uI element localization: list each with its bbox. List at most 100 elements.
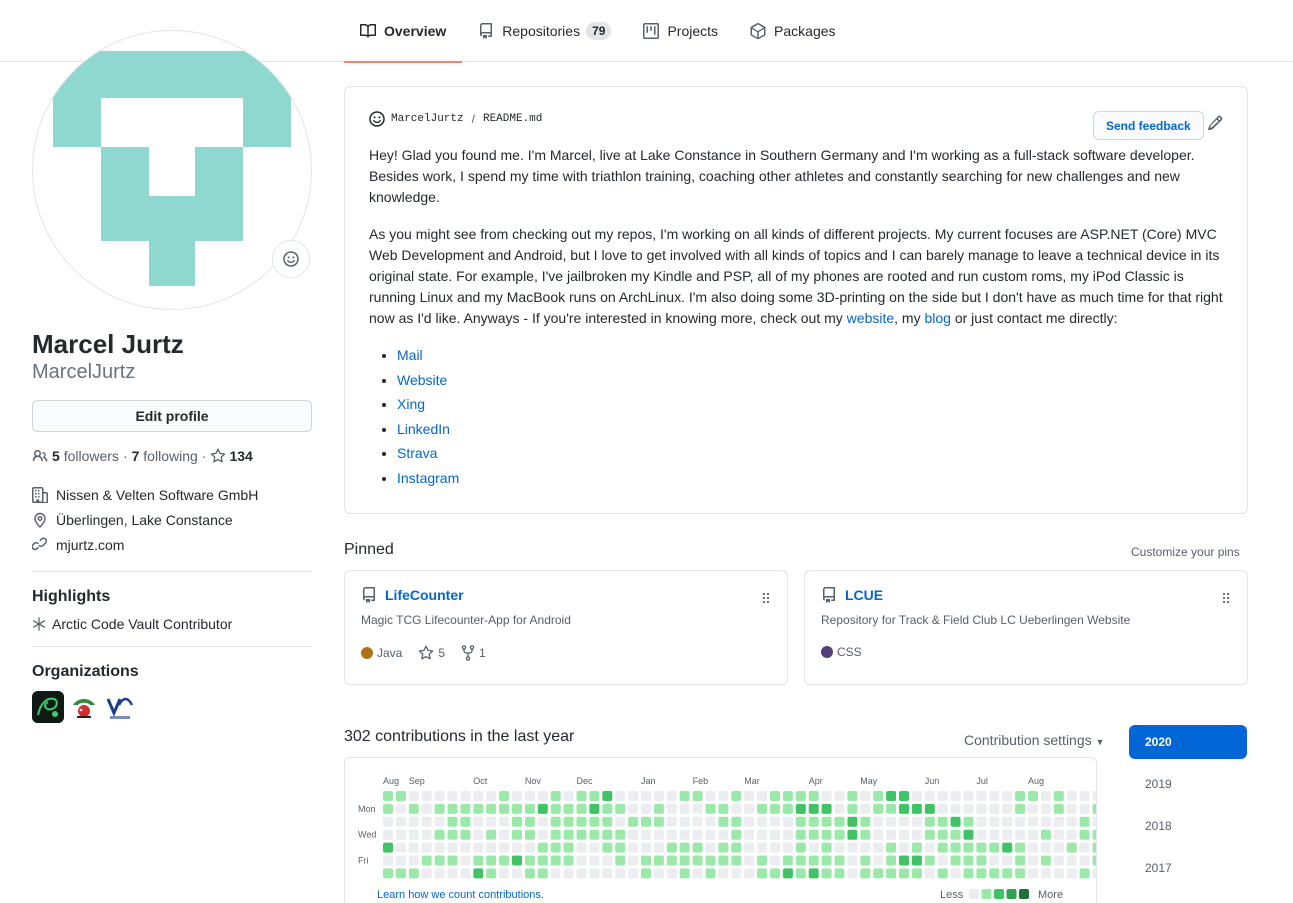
- contribution-day-cell[interactable]: [447, 816, 458, 827]
- contribution-day-cell[interactable]: [395, 816, 406, 827]
- contribution-day-cell[interactable]: [924, 791, 935, 801]
- contribution-day-cell[interactable]: [499, 829, 510, 840]
- contribution-day-cell[interactable]: [718, 816, 729, 827]
- contribution-day-cell[interactable]: [821, 829, 832, 840]
- contribution-day-cell[interactable]: [460, 855, 471, 866]
- contribution-day-cell[interactable]: [524, 816, 535, 827]
- contribution-day-cell[interactable]: [447, 868, 458, 879]
- contribution-day-cell[interactable]: [834, 791, 845, 801]
- contribution-day-cell[interactable]: [821, 868, 832, 879]
- contribution-day-cell[interactable]: [950, 855, 961, 866]
- contribution-day-cell[interactable]: [873, 803, 884, 814]
- contribution-day-cell[interactable]: [460, 791, 471, 801]
- contribution-day-cell[interactable]: [950, 842, 961, 853]
- contribution-day-cell[interactable]: [486, 868, 497, 879]
- contribution-day-cell[interactable]: [434, 803, 445, 814]
- contribution-day-cell[interactable]: [834, 855, 845, 866]
- contribution-day-cell[interactable]: [653, 829, 664, 840]
- contribution-day-cell[interactable]: [1015, 868, 1026, 879]
- contribution-day-cell[interactable]: [473, 842, 484, 853]
- contribution-day-cell[interactable]: [795, 816, 806, 827]
- contribution-day-cell[interactable]: [1015, 855, 1026, 866]
- contribution-day-cell[interactable]: [524, 803, 535, 814]
- contribution-day-cell[interactable]: [911, 791, 922, 801]
- contribution-day-cell[interactable]: [550, 868, 561, 879]
- contribution-day-cell[interactable]: [692, 791, 703, 801]
- contribution-day-cell[interactable]: [602, 855, 613, 866]
- contribution-day-cell[interactable]: [679, 829, 690, 840]
- contribution-day-cell[interactable]: [395, 803, 406, 814]
- contribution-day-cell[interactable]: [434, 829, 445, 840]
- contribution-day-cell[interactable]: [1028, 855, 1038, 866]
- xing-link[interactable]: Xing: [397, 396, 425, 412]
- contribution-day-cell[interactable]: [615, 829, 626, 840]
- contribution-day-cell[interactable]: [383, 868, 393, 879]
- contribution-day-cell[interactable]: [1002, 829, 1013, 840]
- contribution-day-cell[interactable]: [1092, 791, 1103, 801]
- contribution-day-cell[interactable]: [460, 803, 471, 814]
- contribution-day-cell[interactable]: [731, 855, 742, 866]
- contribution-day-cell[interactable]: [589, 868, 600, 879]
- contribution-day-cell[interactable]: [1079, 829, 1090, 840]
- contribution-day-cell[interactable]: [808, 803, 819, 814]
- contribution-day-cell[interactable]: [1079, 803, 1090, 814]
- contribution-day-cell[interactable]: [911, 855, 922, 866]
- contribution-day-cell[interactable]: [1015, 791, 1026, 801]
- contribution-day-cell[interactable]: [1002, 816, 1013, 827]
- contribution-day-cell[interactable]: [537, 803, 548, 814]
- contribution-day-cell[interactable]: [563, 829, 574, 840]
- contribution-day-cell[interactable]: [602, 868, 613, 879]
- contribution-day-cell[interactable]: [963, 816, 974, 827]
- contribution-day-cell[interactable]: [718, 842, 729, 853]
- contribution-day-cell[interactable]: [1092, 855, 1103, 866]
- contribution-day-cell[interactable]: [834, 829, 845, 840]
- contribution-day-cell[interactable]: [615, 842, 626, 853]
- contribution-day-cell[interactable]: [473, 868, 484, 879]
- contribution-day-cell[interactable]: [1092, 816, 1103, 827]
- contribution-day-cell[interactable]: [563, 868, 574, 879]
- edit-readme-button[interactable]: [1207, 115, 1223, 134]
- contribution-day-cell[interactable]: [408, 803, 419, 814]
- contribution-day-cell[interactable]: [537, 842, 548, 853]
- tab-projects[interactable]: Projects: [627, 0, 734, 62]
- repo-forks-link[interactable]: 1: [461, 645, 486, 661]
- following-link[interactable]: 7 following: [132, 448, 198, 464]
- contribution-day-cell[interactable]: [1015, 816, 1026, 827]
- contribution-day-cell[interactable]: [602, 803, 613, 814]
- contribution-day-cell[interactable]: [524, 829, 535, 840]
- organization-avatar[interactable]: [68, 691, 100, 723]
- contribution-day-cell[interactable]: [576, 803, 587, 814]
- contribution-day-cell[interactable]: [641, 803, 651, 814]
- contribution-day-cell[interactable]: [731, 803, 742, 814]
- contribution-day-cell[interactable]: [989, 855, 1000, 866]
- contribution-day-cell[interactable]: [744, 855, 755, 866]
- contribution-day-cell[interactable]: [576, 829, 587, 840]
- contribution-day-cell[interactable]: [395, 791, 406, 801]
- contribution-day-cell[interactable]: [615, 855, 626, 866]
- contribution-day-cell[interactable]: [989, 842, 1000, 853]
- contribution-day-cell[interactable]: [847, 816, 858, 827]
- contribution-day-cell[interactable]: [550, 791, 561, 801]
- contribution-day-cell[interactable]: [963, 791, 974, 801]
- contribution-day-cell[interactable]: [1066, 816, 1077, 827]
- contribution-day-cell[interactable]: [924, 803, 935, 814]
- contribution-day-cell[interactable]: [705, 816, 716, 827]
- contribution-day-cell[interactable]: [976, 842, 987, 853]
- contribution-day-cell[interactable]: [744, 868, 755, 879]
- contribution-day-cell[interactable]: [757, 868, 768, 879]
- contribution-day-cell[interactable]: [705, 829, 716, 840]
- contribution-day-cell[interactable]: [808, 791, 819, 801]
- contribution-day-cell[interactable]: [408, 868, 419, 879]
- contribution-day-cell[interactable]: [486, 829, 497, 840]
- contribution-day-cell[interactable]: [486, 791, 497, 801]
- contribution-settings-dropdown[interactable]: Contribution settings ▼: [964, 732, 1104, 748]
- contribution-day-cell[interactable]: [512, 855, 522, 866]
- contribution-day-cell[interactable]: [628, 816, 639, 827]
- contribution-day-cell[interactable]: [886, 791, 897, 801]
- pinned-repo-link[interactable]: LifeCounter: [385, 587, 464, 603]
- contribution-day-cell[interactable]: [692, 842, 703, 853]
- contribution-day-cell[interactable]: [899, 829, 909, 840]
- contribution-day-cell[interactable]: [499, 868, 510, 879]
- contribution-day-cell[interactable]: [550, 842, 561, 853]
- contribution-day-cell[interactable]: [512, 816, 522, 827]
